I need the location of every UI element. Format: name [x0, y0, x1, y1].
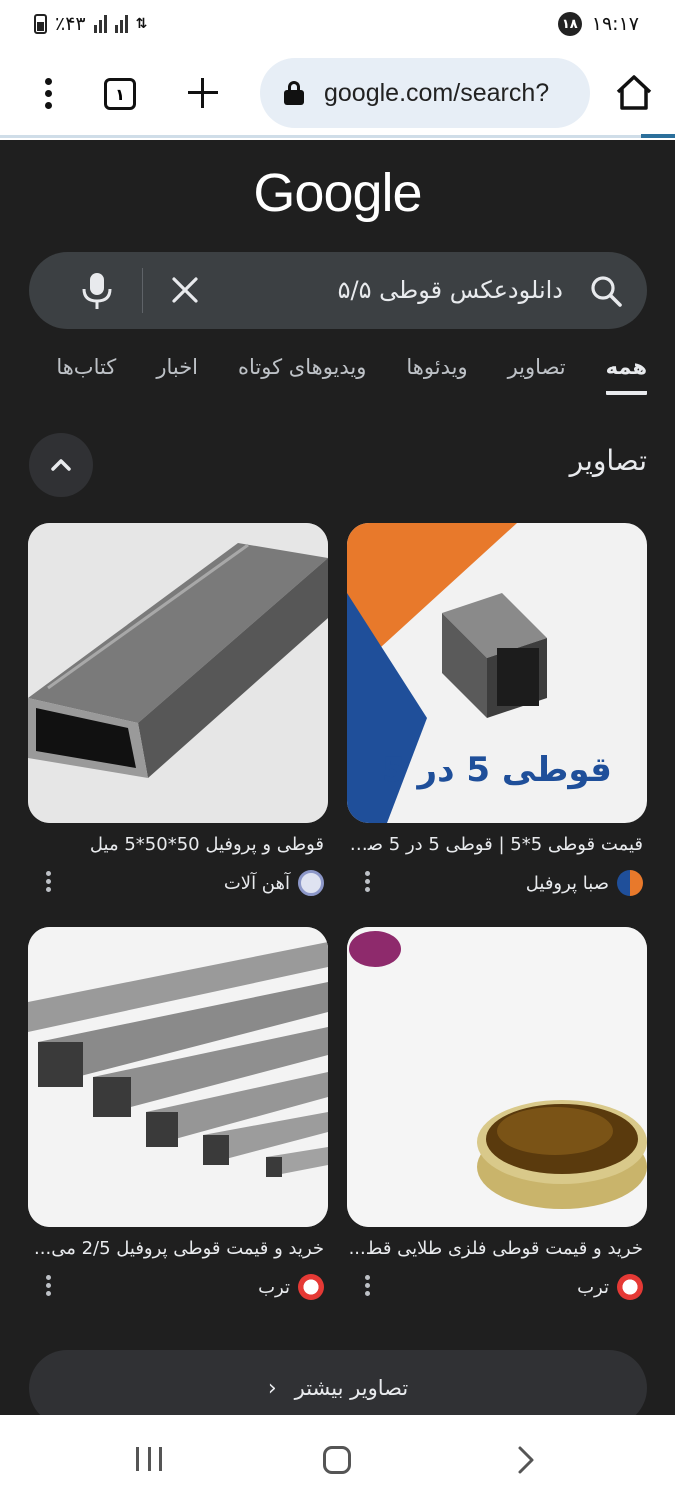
- status-right: ۱۸ ۱۹:۱۷: [557, 12, 639, 36]
- ahan-alat-globe-icon: [298, 870, 324, 896]
- status-bar: ٪۴۳ ⇅ ۱۸ ۱۹:۱۷: [0, 0, 675, 48]
- saba-profile-logo-icon: [617, 870, 643, 896]
- tab-videos[interactable]: ویدئوها: [406, 355, 467, 395]
- image-result-card[interactable]: خرید و قیمت قوطی فلزی طلایی قط... ترب: [347, 927, 647, 1301]
- result-thumbnail[interactable]: [347, 927, 647, 1227]
- tab-books[interactable]: کتاب‌ها: [56, 355, 116, 395]
- more-options-icon[interactable]: [38, 1273, 58, 1299]
- search-icon[interactable]: [589, 274, 623, 308]
- thumbnail-caption: قوطی 5 در 5: [382, 750, 612, 790]
- tab-switcher-button[interactable]: ۱: [104, 78, 136, 110]
- clock: ۱۹:۱۷: [591, 13, 639, 35]
- address-bar[interactable]: google.com/search?: [260, 58, 590, 128]
- result-source[interactable]: ترب: [347, 1273, 647, 1301]
- new-tab-plus-icon[interactable]: [186, 76, 220, 110]
- tab-news[interactable]: اخبار: [156, 355, 198, 395]
- signal-icon: [93, 15, 107, 33]
- result-title[interactable]: قوطی و پروفیل 50*50*5 میل: [28, 833, 328, 857]
- search-query[interactable]: دانلودعکس قوطی ۵/۵: [338, 252, 563, 329]
- search-tabs: همه تصاویر ویدئوها ویدیوهای کوتاه اخبار …: [0, 355, 647, 395]
- result-thumbnail[interactable]: [28, 927, 328, 1227]
- recent-apps-icon[interactable]: [136, 1447, 162, 1471]
- home-icon[interactable]: [612, 72, 656, 112]
- result-source[interactable]: صبا پروفیل: [347, 869, 647, 897]
- torob-logo-icon: [298, 1274, 324, 1300]
- chevron-up-icon: [51, 459, 71, 471]
- clear-icon[interactable]: [169, 274, 201, 306]
- torob-logo-icon: [617, 1274, 643, 1300]
- back-icon[interactable]: [512, 1445, 540, 1475]
- notification-badge: ۱۸: [557, 12, 582, 36]
- more-options-icon[interactable]: [357, 1273, 377, 1299]
- menu-icon[interactable]: [30, 76, 66, 112]
- google-logo[interactable]: Google: [0, 162, 675, 224]
- result-title[interactable]: خرید و قیمت قوطی پروفیل 2/5 می...: [28, 1237, 328, 1261]
- more-options-icon[interactable]: [38, 869, 58, 895]
- image-result-card[interactable]: قوطی 5 در 5 قیمت قوطی 5*5 | قوطی 5 در 5 …: [347, 523, 647, 897]
- battery-icon: [34, 14, 47, 34]
- system-navigation-bar: [0, 1415, 675, 1500]
- image-result-card[interactable]: قوطی و پروفیل 50*50*5 میل آهن آلات: [28, 523, 328, 897]
- url-text: google.com/search?: [324, 78, 550, 107]
- more-options-icon[interactable]: [357, 869, 377, 895]
- more-images-button[interactable]: تصاویر بیشتر ‹: [29, 1350, 647, 1415]
- search-box[interactable]: دانلودعکس قوطی ۵/۵: [29, 252, 647, 329]
- collapse-button[interactable]: [29, 433, 93, 497]
- images-section-title: تصاویر: [569, 444, 647, 477]
- home-button-icon[interactable]: [323, 1446, 351, 1474]
- microphone-icon[interactable]: [81, 272, 113, 310]
- result-thumbnail[interactable]: قوطی 5 در 5: [347, 523, 647, 823]
- tab-images[interactable]: تصاویر: [508, 355, 566, 395]
- shop-logo-icon: [349, 931, 401, 967]
- data-transfer-icon: ⇅: [135, 15, 148, 32]
- tab-short-videos[interactable]: ویدیوهای کوتاه: [238, 355, 366, 395]
- status-left: ٪۴۳ ⇅: [34, 13, 147, 35]
- result-thumbnail[interactable]: [28, 523, 328, 823]
- lock-icon: [284, 81, 304, 105]
- searchbox-divider: [142, 268, 143, 313]
- signal-icon: [114, 15, 128, 33]
- image-result-card[interactable]: خرید و قیمت قوطی پروفیل 2/5 می... ترب: [28, 927, 328, 1301]
- chevron-left-icon: ‹: [267, 1376, 277, 1401]
- result-title[interactable]: قیمت قوطی 5*5 | قوطی 5 در 5 صب...: [347, 833, 647, 857]
- result-title[interactable]: خرید و قیمت قوطی فلزی طلایی قط...: [347, 1237, 647, 1261]
- result-source[interactable]: ترب: [28, 1273, 328, 1301]
- search-results-page: Google دانلودعکس قوطی ۵/۵ همه تصاویر وید…: [0, 140, 675, 1415]
- tab-all[interactable]: همه: [605, 355, 647, 395]
- browser-toolbar: ۱ google.com/search?: [0, 48, 675, 136]
- result-source[interactable]: آهن آلات: [28, 869, 328, 897]
- more-images-label: تصاویر بیشتر: [294, 1376, 409, 1400]
- battery-level: ٪۴۳: [55, 13, 86, 35]
